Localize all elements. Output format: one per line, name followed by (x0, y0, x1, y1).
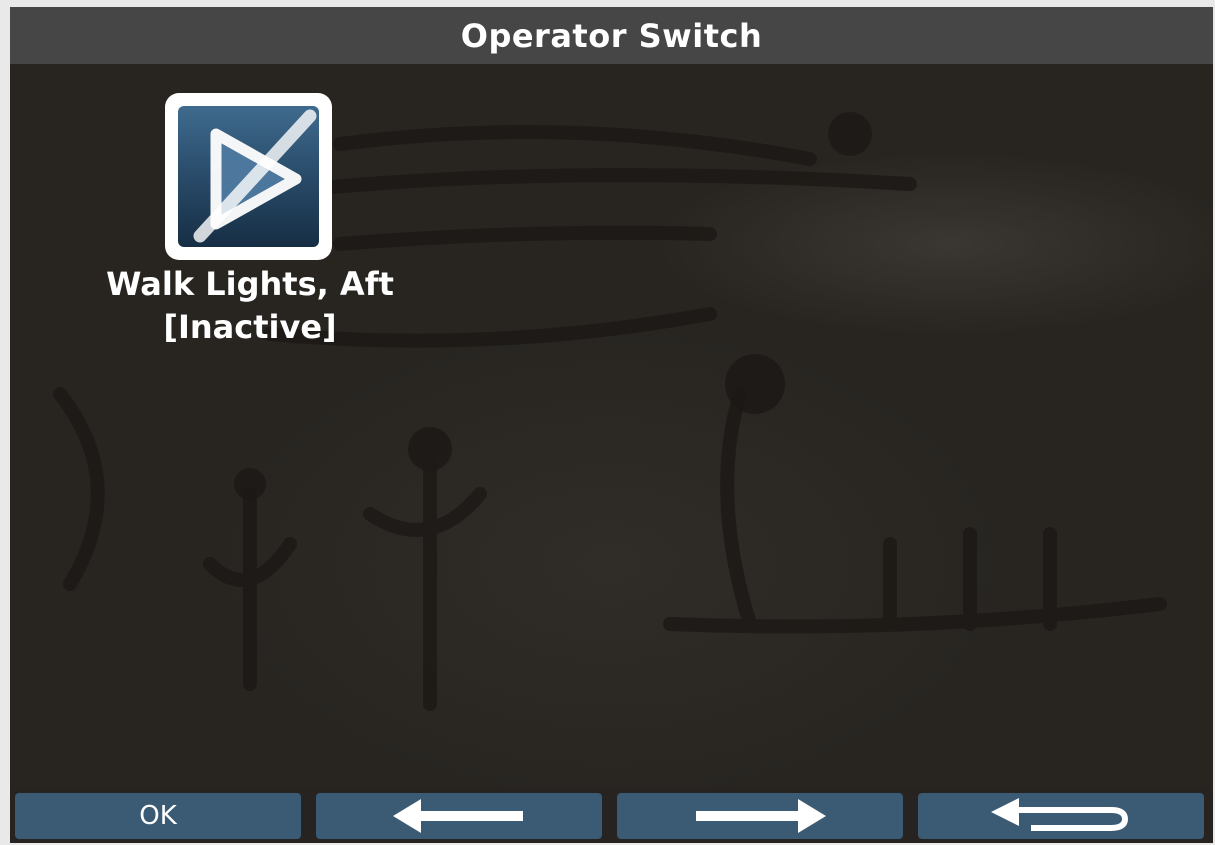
walk-lights-aft-switch[interactable] (165, 93, 332, 260)
return-arrow-icon (991, 798, 1129, 831)
back-button[interactable] (316, 793, 602, 839)
arrow-right-icon (696, 799, 826, 833)
ok-button-label: OK (139, 801, 177, 831)
screen: Operator Switch Walk Lights, Aft [Inacti… (10, 7, 1213, 843)
title-bar: Operator Switch (10, 7, 1213, 64)
switch-label: Walk Lights, Aft [Inactive] (70, 263, 430, 349)
arrow-left-icon (393, 799, 523, 833)
switch-name: Walk Lights, Aft (106, 265, 394, 303)
disabled-play-icon (178, 106, 319, 247)
return-button[interactable] (918, 793, 1204, 839)
ok-button[interactable]: OK (15, 793, 301, 839)
switch-state: [Inactive] (163, 308, 337, 346)
forward-button[interactable] (617, 793, 903, 839)
bottom-toolbar: OK (10, 788, 1213, 843)
page-title: Operator Switch (460, 16, 763, 55)
